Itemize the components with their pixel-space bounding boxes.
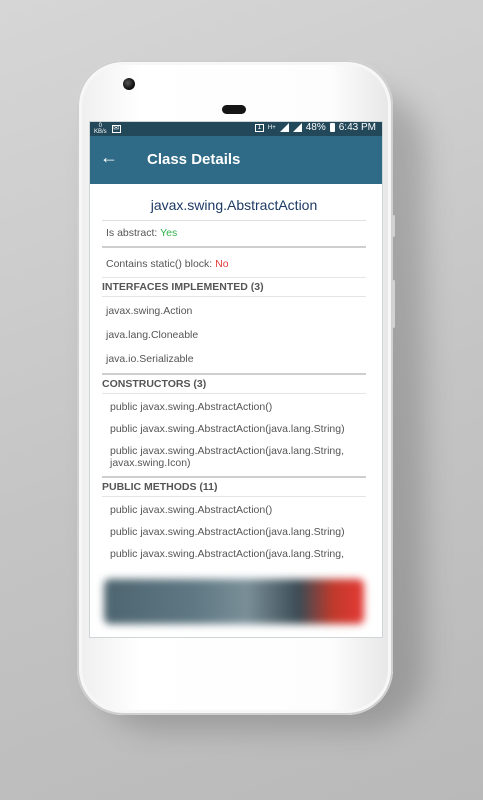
back-arrow-icon[interactable]: ← <box>100 146 118 168</box>
battery-percent: 48% <box>305 122 326 133</box>
method-item[interactable]: public javax.swing.AbstractAction(java.l… <box>106 543 366 565</box>
notification-icon: ✉ <box>111 125 121 133</box>
interface-item[interactable]: java.lang.Cloneable <box>102 323 366 347</box>
clock: 6:43 PM <box>338 122 376 133</box>
network-type: H+ <box>267 124 276 131</box>
is-abstract-value: Yes <box>160 227 178 239</box>
interface-item[interactable]: javax.swing.Action <box>102 299 366 323</box>
front-camera <box>123 78 135 90</box>
constructor-item[interactable]: public javax.swing.AbstractAction(java.l… <box>106 440 366 474</box>
static-block-row: Contains static() block: No <box>102 252 366 278</box>
methods-list: public javax.swing.AbstractAction() publ… <box>102 497 366 567</box>
constructors-header: CONSTRUCTORS (3) <box>102 375 366 394</box>
blurred-ad-banner[interactable] <box>104 579 364 624</box>
interfaces-list: javax.swing.Action java.lang.Cloneable j… <box>102 297 366 375</box>
sim-badge: 1 <box>254 123 264 132</box>
volume-button <box>392 215 395 237</box>
method-item[interactable]: public javax.swing.AbstractAction(java.l… <box>106 521 366 543</box>
constructor-item[interactable]: public javax.swing.AbstractAction() <box>106 396 366 418</box>
phone-screen: 0 KB/s ✉ 1 H+ 48% 6:43 PM ← Class Detail… <box>90 122 382 637</box>
constructor-item[interactable]: public javax.swing.AbstractAction(java.l… <box>106 418 366 440</box>
signal-icon <box>279 123 289 132</box>
static-block-value: No <box>215 258 229 270</box>
class-name: javax.swing.AbstractAction <box>102 184 366 221</box>
constructors-list: public javax.swing.AbstractAction() publ… <box>102 394 366 478</box>
interfaces-header: INTERFACES IMPLEMENTED (3) <box>102 278 366 297</box>
method-item[interactable]: public javax.swing.AbstractAction() <box>106 499 366 521</box>
signal-icon-2 <box>292 123 302 132</box>
details-content: javax.swing.AbstractAction Is abstract: … <box>90 184 382 567</box>
status-left: 0 KB/s ✉ <box>94 123 121 135</box>
interface-item[interactable]: java.io.Serializable <box>102 347 366 371</box>
methods-header: PUBLIC METHODS (11) <box>102 478 366 497</box>
is-abstract-row: Is abstract: Yes <box>102 221 366 248</box>
page-title: Class Details <box>147 151 241 168</box>
network-speed: 0 KB/s <box>94 123 107 135</box>
is-abstract-label: Is abstract: <box>106 227 161 239</box>
battery-icon <box>329 123 335 132</box>
network-speed-unit: KB/s <box>94 129 107 135</box>
status-right: 1 H+ 48% 6:43 PM <box>254 122 376 133</box>
status-bar: 0 KB/s ✉ 1 H+ 48% 6:43 PM <box>90 122 382 136</box>
static-block-label: Contains static() block: <box>106 258 216 270</box>
earpiece-speaker <box>222 105 246 114</box>
app-bar: ← Class Details <box>90 136 382 184</box>
power-button <box>392 280 395 328</box>
